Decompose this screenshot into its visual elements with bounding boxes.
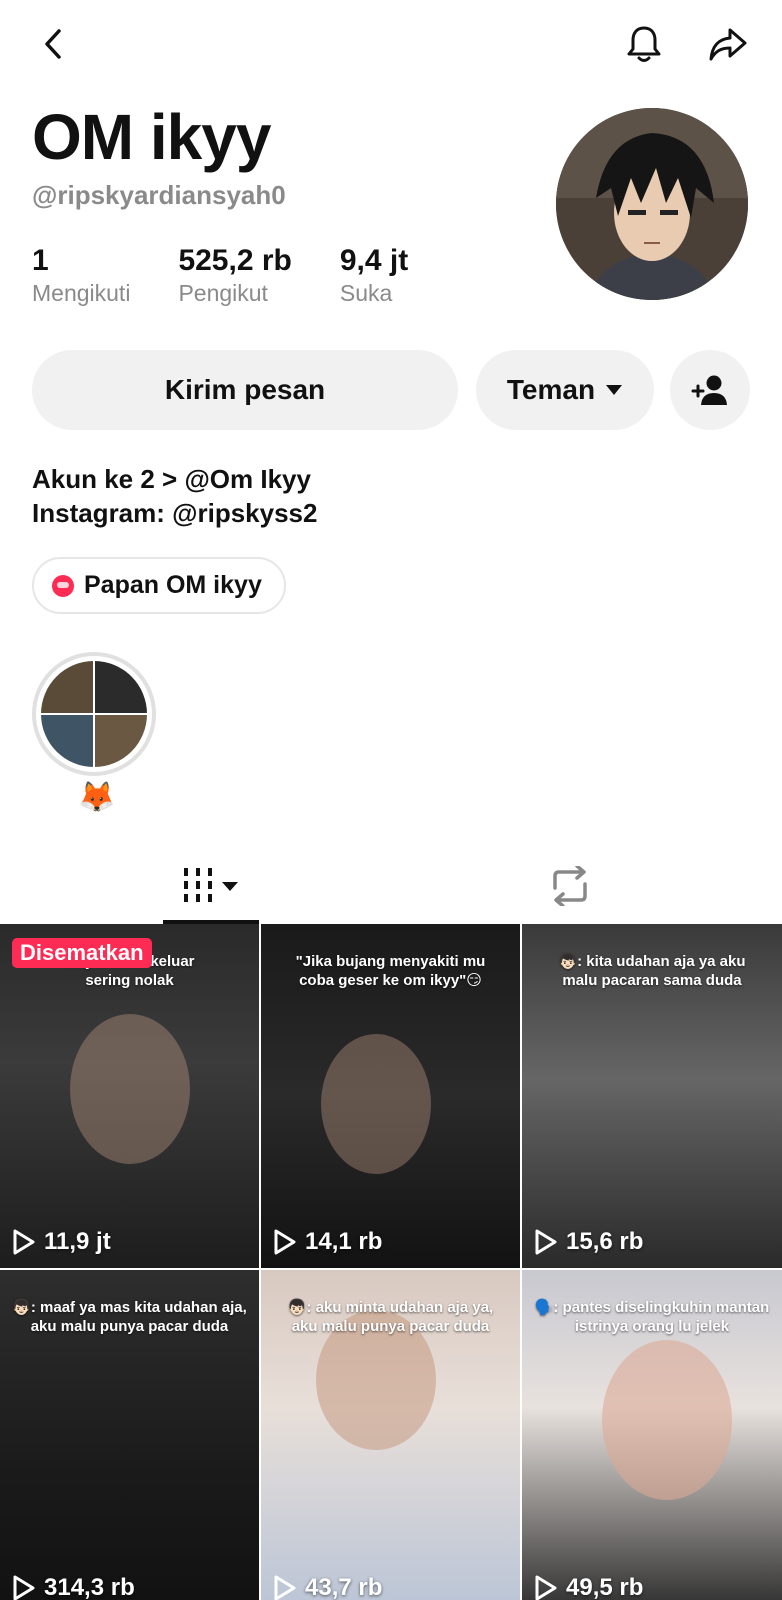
profile-bio: Akun ke 2 > @Om Ikyy Instagram: @ripskys… bbox=[32, 462, 317, 530]
video-caption: "Jika bujang menyakiti mu coba geser ke … bbox=[295, 953, 486, 989]
video-thumbnail[interactable]: 🗣️: pantes diselingkuhin mantan istrinya… bbox=[522, 1270, 782, 1600]
video-caption: 👦🏻: kita udahan aja ya aku malu pacaran … bbox=[558, 953, 746, 989]
bio-line: Instagram: @ripskyss2 bbox=[32, 498, 318, 528]
avatar-image bbox=[556, 108, 748, 300]
highlight-thumb bbox=[95, 661, 147, 713]
caret-down-icon bbox=[606, 385, 623, 395]
profile-handle: @ripskyardiansyah0 bbox=[32, 180, 286, 210]
play-icon bbox=[274, 1575, 296, 1600]
stat-likes[interactable]: 9,4 jt Suka bbox=[340, 244, 408, 308]
play-icon bbox=[13, 1575, 35, 1600]
chevron-left-icon bbox=[45, 29, 61, 59]
avatar[interactable] bbox=[556, 108, 748, 300]
highlight-cover bbox=[41, 661, 147, 767]
highlight-thumb bbox=[95, 715, 147, 767]
view-count-text: 11,9 jt bbox=[44, 1228, 111, 1255]
tab-reposts[interactable] bbox=[530, 848, 610, 924]
tab-videos[interactable] bbox=[163, 848, 259, 924]
play-icon bbox=[13, 1229, 35, 1255]
back-button[interactable] bbox=[28, 18, 80, 70]
view-count-text: 314,3 rb bbox=[44, 1574, 135, 1600]
repost-icon bbox=[553, 866, 587, 906]
followers-label: Pengikut bbox=[178, 280, 268, 306]
view-count: 11,9 jt bbox=[12, 1228, 111, 1256]
video-caption: 🗣️: pantes diselingkuhin mantan istrinya… bbox=[534, 1299, 770, 1335]
view-count: 14,1 rb bbox=[273, 1228, 382, 1256]
board-label: Papan OM ikyy bbox=[84, 571, 262, 599]
profile-stats: 1 Mengikuti 525,2 rb Pengikut 9,4 jt Suk… bbox=[32, 244, 456, 308]
play-icon bbox=[535, 1229, 557, 1255]
board-icon bbox=[52, 574, 74, 597]
view-count-text: 43,7 rb bbox=[305, 1574, 383, 1600]
share-icon bbox=[709, 28, 747, 61]
highlight-label: 🦊 bbox=[78, 781, 116, 814]
highlight-thumb bbox=[41, 715, 93, 767]
send-message-button[interactable]: Kirim pesan bbox=[32, 350, 458, 430]
video-thumbnail[interactable]: 👦🏻: aku minta udahan aja ya, aku malu pu… bbox=[261, 1270, 520, 1600]
board-chip[interactable]: Papan OM ikyy bbox=[32, 557, 286, 614]
video-caption: 👦🏻: aku minta udahan aja ya, aku malu pu… bbox=[287, 1299, 494, 1335]
story-highlight[interactable] bbox=[32, 652, 156, 776]
video-thumbnail[interactable]: "Jika bujang menyakiti mu coba geser ke … bbox=[261, 924, 520, 1268]
video-grid: diajak main keluar sering nolak Disematk… bbox=[0, 924, 782, 1600]
video-thumbnail[interactable]: diajak main keluar sering nolak Disematk… bbox=[0, 924, 259, 1268]
bell-icon bbox=[627, 26, 661, 62]
view-count-text: 14,1 rb bbox=[305, 1228, 383, 1255]
pinned-badge: Disematkan bbox=[12, 938, 152, 968]
followers-count: 525,2 rb bbox=[178, 244, 292, 277]
view-count: 314,3 rb bbox=[12, 1574, 135, 1600]
likes-label: Suka bbox=[339, 280, 393, 306]
video-thumbnail[interactable]: 👦🏻: kita udahan aja ya aku malu pacaran … bbox=[522, 924, 782, 1268]
profile-name: OM ikyy bbox=[32, 101, 271, 173]
friend-dropdown-button[interactable]: Teman bbox=[476, 350, 654, 430]
likes-count: 9,4 jt bbox=[339, 244, 409, 277]
view-count: 43,7 rb bbox=[273, 1574, 382, 1600]
bio-line: Akun ke 2 > @Om Ikyy bbox=[32, 464, 311, 494]
grid-icon bbox=[184, 868, 238, 902]
play-icon bbox=[274, 1229, 296, 1255]
video-thumbnail[interactable]: 👦🏻: maaf ya mas kita udahan aja, aku mal… bbox=[0, 1270, 259, 1600]
content-tabs bbox=[0, 848, 782, 924]
view-count: 15,6 rb bbox=[534, 1228, 643, 1256]
stat-following[interactable]: 1 Mengikuti bbox=[32, 244, 130, 308]
highlight-thumb bbox=[41, 661, 93, 713]
video-caption: 👦🏻: maaf ya mas kita udahan aja, aku mal… bbox=[12, 1299, 247, 1335]
following-label: Mengikuti bbox=[32, 280, 131, 306]
following-count: 1 bbox=[32, 244, 49, 277]
share-button[interactable] bbox=[702, 18, 754, 70]
top-bar bbox=[0, 0, 782, 90]
add-user-icon bbox=[691, 375, 727, 405]
view-count-text: 15,6 rb bbox=[566, 1228, 644, 1255]
friend-label: Teman bbox=[506, 374, 596, 405]
view-count-text: 49,5 rb bbox=[566, 1574, 644, 1600]
view-count: 49,5 rb bbox=[534, 1574, 643, 1600]
play-icon bbox=[535, 1575, 557, 1600]
send-message-label: Kirim pesan bbox=[164, 374, 326, 405]
add-friend-button[interactable] bbox=[670, 350, 750, 430]
stat-followers[interactable]: 525,2 rb Pengikut bbox=[178, 244, 291, 308]
notification-button[interactable] bbox=[618, 18, 670, 70]
